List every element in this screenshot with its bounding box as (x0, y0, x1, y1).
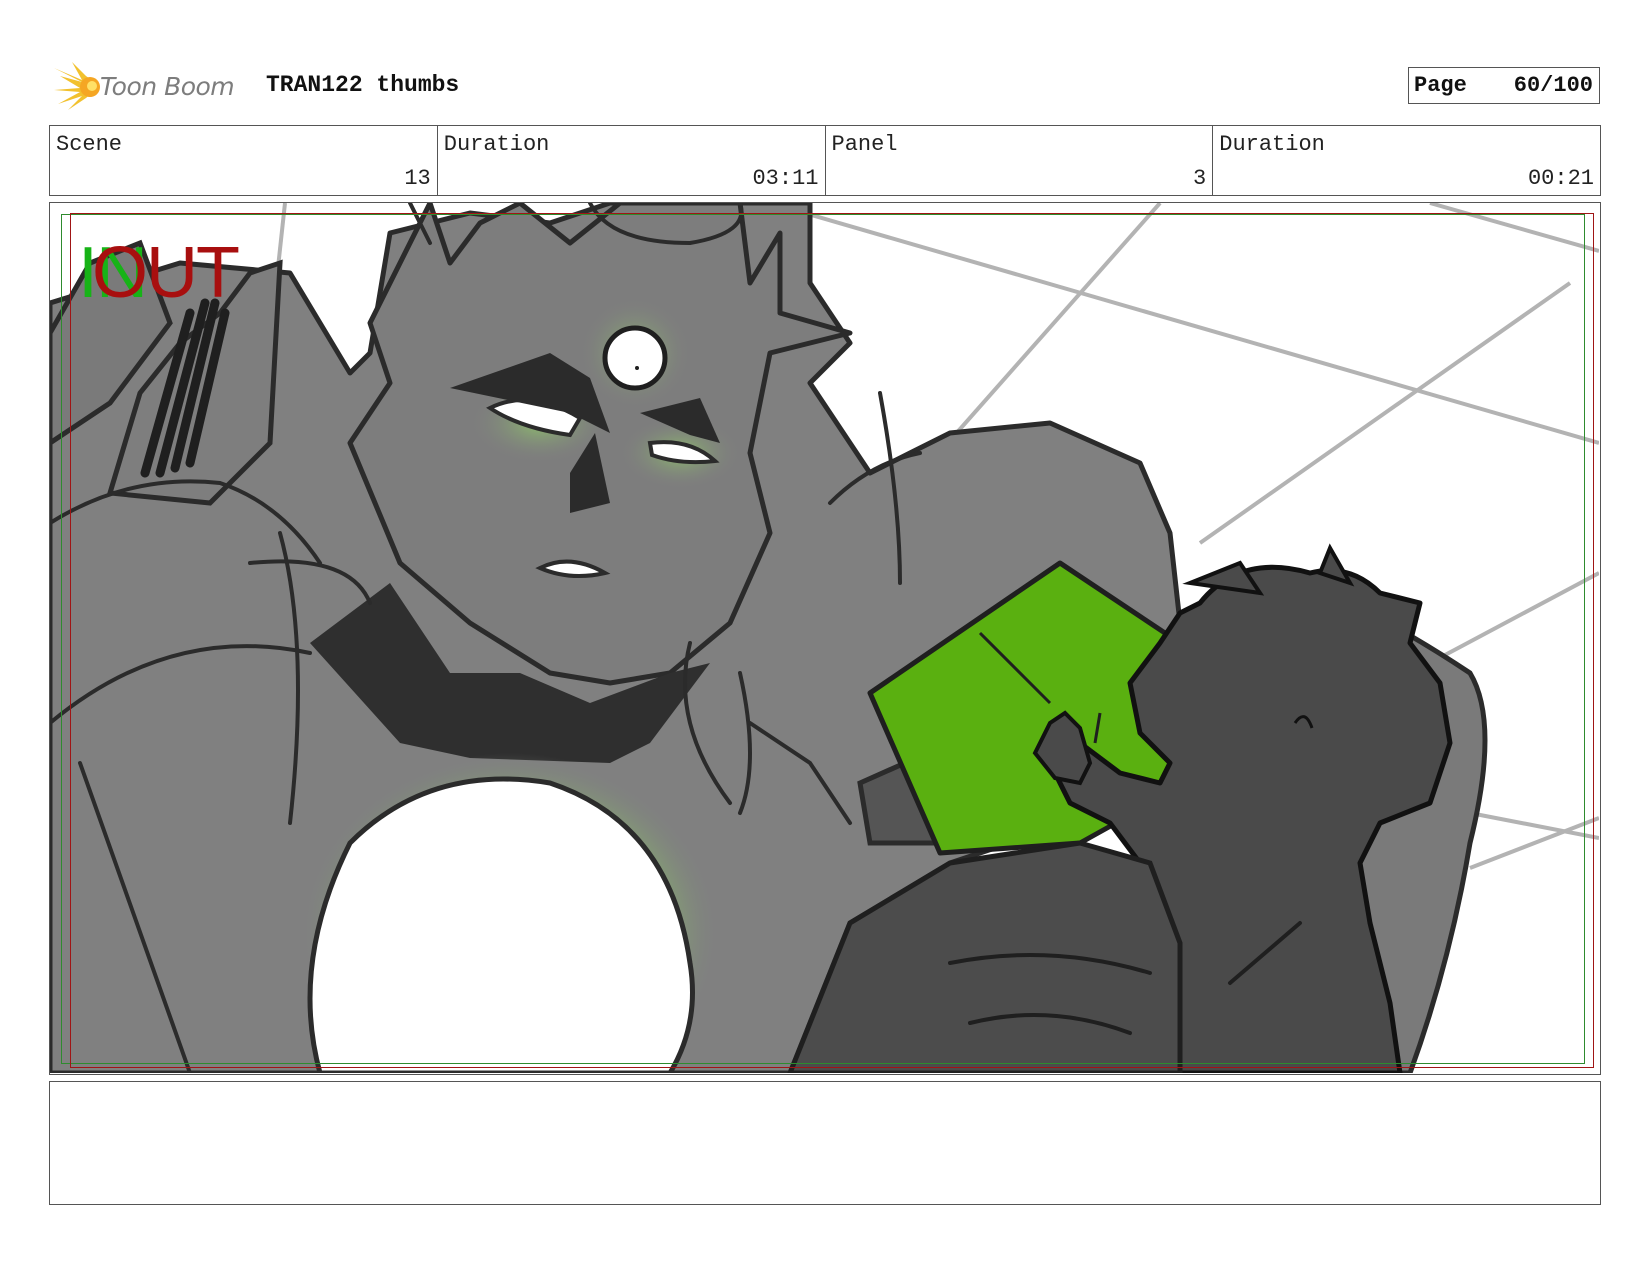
panel-duration-cell: Duration 00:21 (1213, 126, 1600, 195)
scene-duration-cell: Duration 03:11 (438, 126, 826, 195)
starburst-icon (54, 62, 100, 110)
page-label: Page (1414, 73, 1467, 98)
panel-label: Panel (831, 132, 898, 157)
scene-label: Scene (56, 132, 123, 157)
toon-boom-logo: Toon Boom (52, 60, 235, 112)
panel-value: 3 (1193, 166, 1207, 191)
project-title: TRAN122 thumbs (266, 72, 460, 98)
page-indicator: Page 60/100 (1408, 67, 1600, 104)
panel-cell: Panel 3 (826, 126, 1214, 195)
out-marker: OUT (92, 233, 240, 313)
scene-value: 13 (404, 166, 431, 191)
scene-info-table: Scene 13 Duration 03:11 Panel 3 Duration… (49, 125, 1601, 196)
scene-cell: Scene 13 (50, 126, 438, 195)
panel-duration-label: Duration (1219, 132, 1325, 157)
logo-wordmark: Toon Boom (100, 71, 235, 101)
scene-duration-label: Duration (443, 132, 550, 157)
storyboard-panel[interactable]: IN OUT (49, 202, 1601, 1075)
page-value: 60/100 (1513, 73, 1593, 98)
scene-duration-value: 03:11 (752, 166, 819, 191)
panel-notes-box[interactable] (49, 1081, 1601, 1205)
safe-frame-out (70, 213, 1594, 1068)
panel-duration-value: 00:21 (1527, 166, 1594, 191)
